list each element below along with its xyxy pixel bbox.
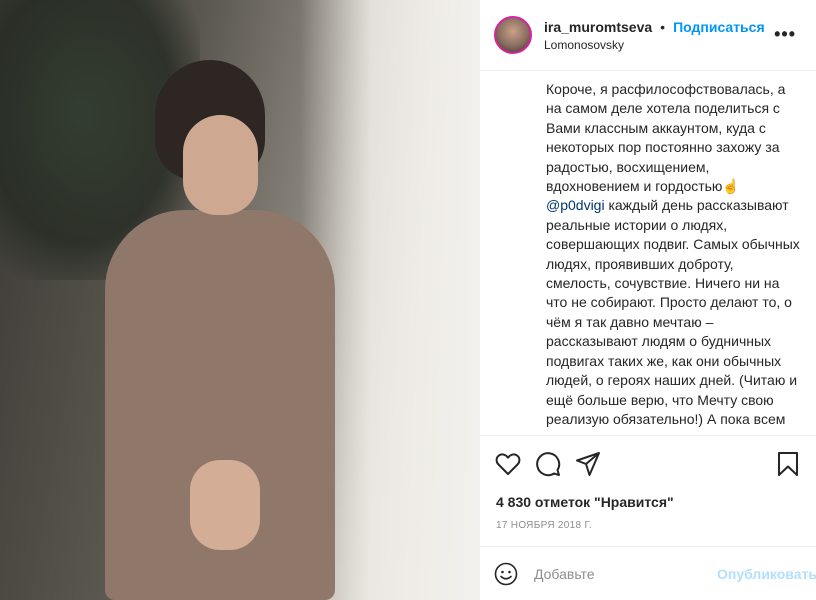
post-photo[interactable] bbox=[0, 0, 479, 600]
woman-figure bbox=[95, 60, 345, 600]
comment-icon[interactable] bbox=[534, 450, 562, 478]
comment-input[interactable] bbox=[532, 564, 717, 583]
heart-icon[interactable] bbox=[494, 450, 522, 478]
more-options-icon[interactable]: ••• bbox=[774, 24, 796, 45]
separator-dot: • bbox=[660, 18, 666, 35]
action-bar bbox=[480, 435, 816, 491]
comment-bar: Опубликовать bbox=[480, 546, 816, 600]
post-header: ira_muromtseva • Подписаться Lomonosovsk… bbox=[480, 0, 816, 71]
paper-plane-icon[interactable] bbox=[574, 450, 602, 478]
bookmark-icon[interactable] bbox=[774, 450, 802, 478]
caption-text-before: Короче, я расфилософствовалась, а на сам… bbox=[546, 81, 786, 195]
likes-count[interactable]: 4 830 отметок "Нравится" bbox=[480, 491, 816, 513]
publish-button[interactable]: Опубликовать bbox=[717, 566, 816, 582]
location-link[interactable]: Lomonosovsky bbox=[544, 38, 765, 52]
caption-text-after: каждый день рассказывают реальные истори… bbox=[546, 197, 800, 435]
post-caption: Короче, я расфилософствовалась, а на сам… bbox=[480, 71, 816, 435]
post-date: 17 НОЯБРЯ 2018 Г. bbox=[496, 520, 593, 531]
post-sidebar: ira_muromtseva • Подписаться Lomonosovsk… bbox=[479, 0, 816, 600]
instagram-post: ira_muromtseva • Подписаться Lomonosovsk… bbox=[0, 0, 816, 600]
mention-link[interactable]: @p0dvigi bbox=[546, 197, 605, 213]
avatar[interactable] bbox=[494, 16, 532, 54]
follow-button[interactable]: Подписаться bbox=[673, 19, 765, 35]
smiley-icon[interactable] bbox=[494, 561, 518, 587]
username-link[interactable]: ira_muromtseva bbox=[544, 19, 652, 35]
